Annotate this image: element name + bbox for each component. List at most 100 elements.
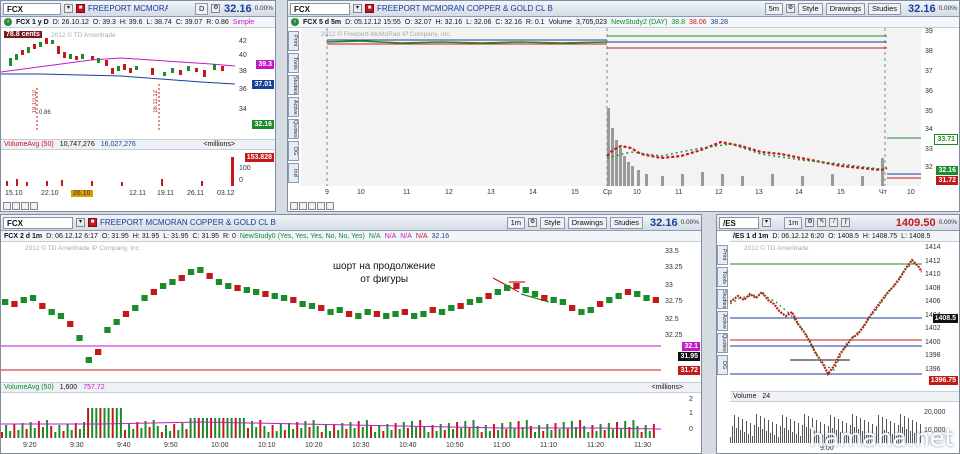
- volume-bar: [238, 418, 241, 438]
- volume-bar: [267, 432, 270, 438]
- volume-bar: [624, 421, 627, 438]
- chart-nav-controls: [3, 201, 38, 211]
- settings-icon[interactable]: ⚙: [528, 218, 538, 227]
- bar-close: C: 32.16: [495, 18, 522, 26]
- price-tag-low: 31.72: [678, 366, 700, 375]
- study-label: NewStudy2 (DAY): [611, 18, 668, 26]
- candle: [643, 295, 650, 301]
- volume-bar: [263, 426, 266, 438]
- dropdown-icon[interactable]: ▾: [762, 218, 771, 227]
- side-tab[interactable]: Active: [288, 97, 299, 117]
- volume-plot[interactable]: [1, 151, 235, 186]
- candle: [569, 305, 576, 311]
- side-tab[interactable]: Studies: [288, 75, 299, 95]
- drawings-button[interactable]: Drawings: [825, 2, 865, 15]
- period-button[interactable]: 1m: [784, 216, 803, 229]
- side-tab[interactable]: DG: [288, 141, 299, 161]
- volume-bar: [156, 426, 159, 438]
- symbol-input[interactable]: /ES: [719, 216, 759, 229]
- fit-icon[interactable]: [326, 202, 334, 210]
- candle: [243, 287, 250, 293]
- side-tab[interactable]: Print: [717, 245, 728, 265]
- studies-button[interactable]: Studies: [610, 216, 644, 229]
- symbol-description: FREEPORT MCMORAN COPPER & GOLD CL B: [377, 4, 553, 13]
- period-button[interactable]: D: [195, 2, 209, 15]
- link-icon[interactable]: ■: [365, 4, 374, 13]
- scroll-right-icon[interactable]: [317, 202, 325, 210]
- link-icon[interactable]: ■: [76, 4, 85, 13]
- dropdown-icon[interactable]: ▾: [76, 218, 85, 227]
- studies-icon[interactable]: ƒ: [841, 218, 851, 227]
- side-tab[interactable]: Print: [288, 31, 299, 51]
- candle: [308, 303, 316, 309]
- chart-info-bar: i FCX 5 d 5m D: 05.12.12 15:55 O: 32.07 …: [288, 17, 959, 28]
- price-plot[interactable]: 78.8 cents 2012 © TD Ameritrade 19.10.12…: [1, 28, 235, 132]
- candle: [299, 301, 306, 307]
- zoom-in-icon[interactable]: [12, 202, 20, 210]
- volume-bar: [251, 421, 254, 438]
- side-tab[interactable]: Quotes: [717, 333, 728, 353]
- volume-bar: [566, 428, 569, 438]
- chart-spec: FCX 1 y D: [16, 18, 49, 26]
- chart-toolbar: /ES ▾ 1m ⚙ ✎ / ƒ 1409.50 0.00%: [717, 215, 959, 231]
- bar-close: C: 39.07: [175, 18, 203, 26]
- period-button[interactable]: 1m: [506, 216, 526, 229]
- volume-bar: [734, 415, 735, 443]
- volume-bar: [774, 435, 775, 443]
- symbol-input[interactable]: FCX: [3, 2, 61, 15]
- volume-bar: [513, 428, 516, 438]
- volume-bar: [230, 418, 233, 438]
- settings-icon[interactable]: ⚙: [211, 4, 221, 13]
- volume-bar: [794, 421, 795, 443]
- zoom-out-icon[interactable]: [3, 202, 11, 210]
- chart-spec: FCX 2 d 1m: [4, 232, 43, 240]
- study-value-1: 38.8: [671, 18, 685, 26]
- info-icon[interactable]: i: [291, 18, 299, 26]
- volume-bar: [378, 425, 381, 438]
- side-tab[interactable]: Ind: [288, 163, 299, 183]
- x-tick: 11: [403, 189, 411, 196]
- scroll-right-icon[interactable]: [30, 202, 38, 210]
- volume-plot[interactable]: [1, 394, 661, 438]
- price-plot[interactable]: 2012 © TD Ameritrade: [730, 242, 922, 384]
- dropdown-icon[interactable]: ▾: [64, 4, 73, 13]
- y-tick: 1406: [925, 298, 941, 305]
- drawings-button[interactable]: Drawings: [567, 216, 607, 229]
- volume-axis: 2 1 0: [661, 394, 701, 438]
- scroll-left-icon[interactable]: [21, 202, 29, 210]
- style-button[interactable]: Style: [798, 2, 823, 15]
- side-tab[interactable]: Studies: [717, 289, 728, 309]
- y-tick: 1412: [925, 257, 941, 265]
- volume-bar: [222, 418, 225, 438]
- symbol-input[interactable]: FCX: [290, 2, 350, 15]
- volume-bar: [760, 416, 761, 443]
- side-tab[interactable]: Tools: [717, 267, 728, 287]
- link-icon[interactable]: ■: [88, 218, 97, 227]
- drawings-icon[interactable]: /: [829, 218, 839, 227]
- side-tab[interactable]: Tools: [288, 53, 299, 73]
- zoom-in-icon[interactable]: [299, 202, 307, 210]
- studies-button[interactable]: Studies: [868, 2, 902, 15]
- zoom-out-icon[interactable]: [290, 202, 298, 210]
- period-button[interactable]: 5m: [764, 2, 784, 15]
- side-tab[interactable]: DG: [717, 355, 728, 375]
- y-tick: 1402: [925, 325, 941, 332]
- candle: [652, 297, 659, 303]
- settings-icon[interactable]: ⚙: [805, 218, 815, 227]
- scroll-left-icon[interactable]: [308, 202, 316, 210]
- settings-icon[interactable]: ⚙: [786, 4, 796, 13]
- price-plot[interactable]: 2012 © TD Ameritrade IP Company, Inc. шо…: [1, 242, 661, 376]
- symbol-input[interactable]: FCX: [3, 216, 73, 229]
- volume-bar: [443, 430, 446, 438]
- volume-bar: [115, 408, 118, 438]
- side-tab[interactable]: Active: [717, 311, 728, 331]
- x-tick: 13: [487, 189, 495, 196]
- dropdown-icon[interactable]: ▾: [353, 4, 362, 13]
- style-icon[interactable]: ✎: [817, 218, 827, 227]
- info-icon[interactable]: i: [4, 18, 12, 26]
- candle: [420, 311, 427, 317]
- candle: [429, 307, 436, 313]
- style-button[interactable]: Style: [540, 216, 565, 229]
- side-tab[interactable]: Quotes: [288, 119, 299, 139]
- price-plot[interactable]: 2012 © Freeport-McMoRan IP Company, Inc.: [301, 28, 921, 186]
